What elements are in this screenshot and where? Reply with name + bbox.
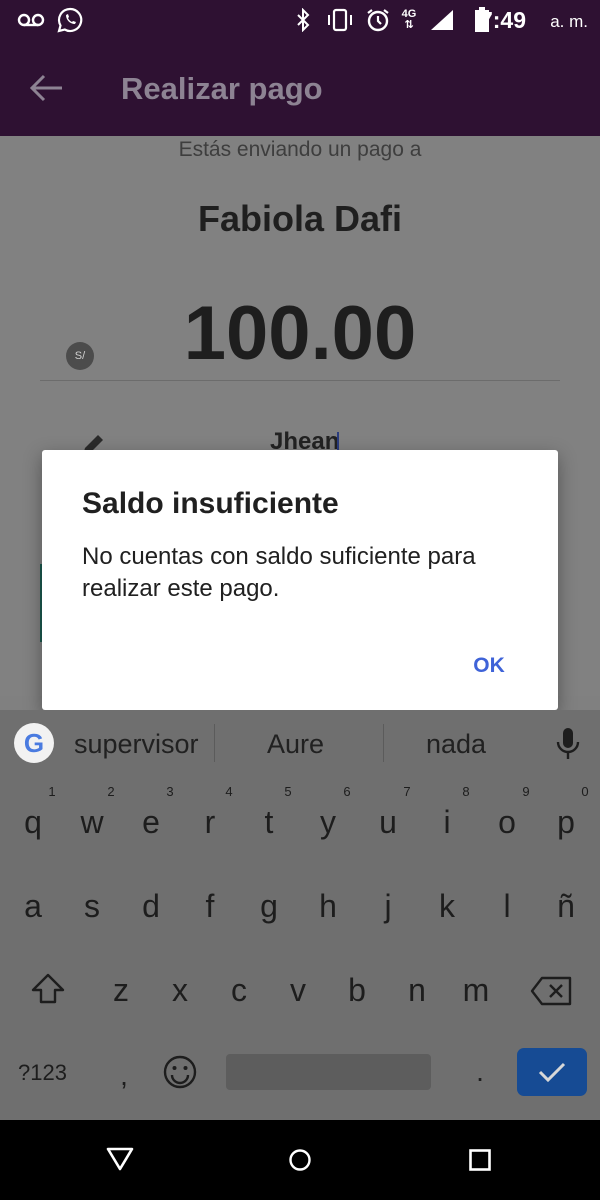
key-g[interactable]: g (249, 886, 289, 926)
sending-to-label: Estás enviando un pago a (178, 138, 422, 161)
key-hint-number: 2 (107, 784, 115, 799)
checkmark-icon (538, 1062, 566, 1083)
alarm-icon (364, 6, 392, 34)
app-bar: Realizar pago (0, 40, 600, 136)
key-k[interactable]: k (427, 886, 467, 926)
key-ñ[interactable]: ñ (546, 886, 586, 926)
suggestion-1[interactable]: supervisor (74, 728, 199, 760)
key-hint-number: 4 (225, 784, 233, 799)
key-o[interactable]: o (487, 802, 527, 842)
key-a[interactable]: a (13, 886, 53, 926)
key-v[interactable]: v (278, 970, 318, 1010)
key-r[interactable]: r (190, 802, 230, 842)
key-q[interactable]: q (13, 802, 53, 842)
key-e[interactable]: e (131, 802, 171, 842)
status-ampm: a. m. (550, 12, 588, 31)
space-key[interactable] (226, 1054, 431, 1090)
symbols-key[interactable]: ?123 (18, 1060, 67, 1086)
nav-home-icon[interactable] (288, 1148, 312, 1172)
key-p[interactable]: p (546, 802, 586, 842)
signal-icon (428, 6, 456, 34)
key-hint-number: 6 (343, 784, 351, 799)
key-b[interactable]: b (337, 970, 377, 1010)
nav-recents-icon[interactable] (468, 1148, 492, 1172)
keyboard: G supervisor Aure nada ?123 , . q 1 w 2 e 3 r 4… (0, 710, 600, 1120)
comma-key[interactable]: , (114, 1060, 134, 1092)
shift-icon[interactable] (30, 972, 66, 1006)
key-c[interactable]: c (219, 970, 259, 1010)
microphone-icon[interactable] (554, 726, 582, 762)
key-hint-number: 0 (581, 784, 589, 799)
voicemail-icon (16, 6, 46, 34)
dialog-title: Saldo insuficiente (82, 487, 339, 520)
key-hint-number: 3 (166, 784, 174, 799)
network-4g-icon: 4G ⇅ (401, 8, 417, 31)
dialog-message: No cuentas con saldo suficiente para rea… (82, 543, 476, 602)
key-hint-number: 7 (403, 784, 411, 799)
backspace-icon[interactable] (530, 976, 572, 1006)
key-hint-number: 9 (522, 784, 530, 799)
key-hint-number: 5 (284, 784, 292, 799)
key-u[interactable]: u (368, 802, 408, 842)
nav-back-icon[interactable] (106, 1146, 134, 1172)
amount-underline (40, 380, 560, 381)
payee-name: Fabiola Dafi (197, 198, 403, 239)
suggestion-bar: G supervisor Aure nada (0, 710, 600, 776)
page-title: Realizar pago (121, 71, 323, 106)
navigation-bar (0, 1120, 600, 1200)
bluetooth-icon (292, 6, 314, 34)
key-x[interactable]: x (160, 970, 200, 1010)
key-y[interactable]: y (308, 802, 348, 842)
suggestion-3[interactable]: nada (426, 728, 486, 760)
enter-key[interactable] (517, 1048, 587, 1096)
key-m[interactable]: m (456, 970, 496, 1010)
suggestion-divider (383, 724, 384, 762)
status-bar: 4G ⇅ 7:49 a. m. (0, 0, 600, 40)
key-f[interactable]: f (190, 886, 230, 926)
period-key[interactable]: . (470, 1056, 490, 1088)
status-time: 7:49 (479, 7, 526, 33)
key-s[interactable]: s (72, 886, 112, 926)
key-n[interactable]: n (397, 970, 437, 1010)
key-hint-number: 8 (462, 784, 470, 799)
currency-badge: S/ (66, 342, 94, 370)
ok-button[interactable]: OK (454, 644, 524, 688)
arrow-left-icon[interactable] (26, 70, 66, 106)
key-d[interactable]: d (131, 886, 171, 926)
amount-field[interactable]: 100.00 (0, 284, 600, 384)
vibrate-icon (324, 6, 356, 34)
suggestion-2[interactable]: Aure (267, 728, 324, 760)
google-logo-icon[interactable]: G (14, 723, 54, 763)
insufficient-balance-dialog: Saldo insuficiente No cuentas con saldo … (42, 450, 558, 710)
key-i[interactable]: i (427, 802, 467, 842)
key-h[interactable]: h (308, 886, 348, 926)
key-l[interactable]: l (487, 886, 527, 926)
key-j[interactable]: j (368, 886, 408, 926)
whatsapp-icon (56, 6, 84, 34)
emoji-icon[interactable] (162, 1054, 198, 1090)
suggestion-divider (214, 724, 215, 762)
key-w[interactable]: w (72, 802, 112, 842)
note-input[interactable]: Jhean (270, 428, 339, 450)
key-z[interactable]: z (101, 970, 141, 1010)
key-hint-number: 1 (48, 784, 56, 799)
key-t[interactable]: t (249, 802, 289, 842)
